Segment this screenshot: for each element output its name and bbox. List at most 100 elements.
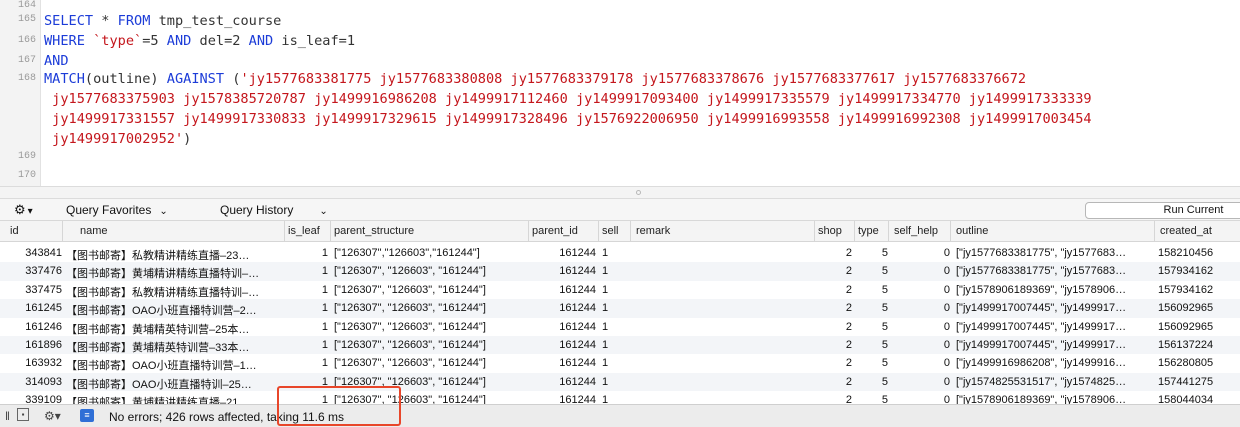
column-header-is-leaf[interactable]: is_leaf <box>288 225 320 237</box>
column-resize-handle[interactable] <box>1154 221 1155 242</box>
table-row[interactable]: 161245 【图书邮寄】OAO小班直播特训营–2… 1 ["126307", "12… <box>0 299 1240 318</box>
table-cell[interactable]: 161246 <box>8 321 62 333</box>
column-header-created-at[interactable]: created_at <box>1160 225 1212 237</box>
table-cell[interactable]: 314093 <box>8 376 62 388</box>
column-header-parent-structure[interactable]: parent_structure <box>334 225 414 237</box>
table-cell[interactable]: 161244 <box>532 394 596 404</box>
table-cell[interactable]: 0 <box>892 357 950 369</box>
query-history-button[interactable]: Query History ⌄ <box>220 203 328 217</box>
column-header-sell[interactable]: sell <box>602 225 619 237</box>
column-header-outline[interactable]: outline <box>956 225 988 237</box>
column-resize-handle[interactable] <box>528 221 529 242</box>
table-cell[interactable]: 【图书邮寄】OAO小班直播特训营–2… <box>66 302 284 318</box>
table-cell[interactable]: ["jy1574825531517", "jy1574825… <box>956 376 1154 388</box>
table-cell[interactable]: 157441275 <box>1158 376 1240 388</box>
table-cell[interactable]: ["126307","126603","161244"] <box>334 247 528 259</box>
table-cell[interactable]: 5 <box>858 321 888 333</box>
table-cell[interactable]: 1 <box>602 394 630 404</box>
table-cell[interactable]: 5 <box>858 357 888 369</box>
table-cell[interactable]: ["jy1499917007445", "jy1499917… <box>956 321 1154 333</box>
table-cell[interactable]: 0 <box>892 339 950 351</box>
table-cell[interactable]: 158210456 <box>1158 247 1240 259</box>
table-cell[interactable]: 158044034 <box>1158 394 1240 404</box>
table-cell[interactable]: 2 <box>818 302 852 314</box>
table-row[interactable]: 163932 【图书邮寄】OAO小班直播特训营–1… 1 ["126307", "12… <box>0 354 1240 372</box>
table-cell[interactable]: 163932 <box>8 357 62 369</box>
table-cell[interactable]: 161245 <box>8 302 62 314</box>
gear-menu-button[interactable]: ⚙ ▾ <box>14 202 33 218</box>
table-cell[interactable]: 5 <box>858 339 888 351</box>
gear-options-icon[interactable]: ⚙▾ <box>44 409 61 423</box>
table-cell[interactable]: ["126307", "126603", "161244"] <box>334 357 528 369</box>
table-cell[interactable]: 1 <box>288 247 328 259</box>
table-cell[interactable]: 1 <box>288 265 328 277</box>
table-cell[interactable]: ["jy1578906189369", "jy1578906… <box>956 284 1154 296</box>
column-header-self-help[interactable]: self_help <box>894 225 938 237</box>
table-cell[interactable]: 0 <box>892 265 950 277</box>
table-cell[interactable]: 161244 <box>532 357 596 369</box>
table-cell[interactable]: 0 <box>892 394 950 404</box>
table-cell[interactable]: 337475 <box>8 284 62 296</box>
table-cell[interactable]: 161896 <box>8 339 62 351</box>
table-cell[interactable]: 【图书邮寄】黄埔精英特训营–25本… <box>66 321 284 337</box>
query-favorites-button[interactable]: Query Favorites ⌄ <box>66 203 168 217</box>
table-cell[interactable]: 1 <box>288 284 328 296</box>
table-cell[interactable]: 5 <box>858 394 888 404</box>
table-cell[interactable]: 2 <box>818 357 852 369</box>
query-log-icon[interactable]: ≡ <box>80 409 94 422</box>
column-header-shop[interactable]: shop <box>818 225 842 237</box>
column-header-type[interactable]: type <box>858 225 879 237</box>
table-cell[interactable]: 156092965 <box>1158 321 1240 333</box>
table-cell[interactable]: 161244 <box>532 376 596 388</box>
table-cell[interactable]: 【图书邮寄】黄埔精讲精练直播–21… <box>66 394 284 404</box>
table-cell[interactable]: 【图书邮寄】OAO小班直播特训–25… <box>66 376 284 392</box>
table-cell[interactable]: ["jy1577683381775", "jy1577683… <box>956 247 1154 259</box>
editor-results-splitter[interactable] <box>0 186 1240 199</box>
table-cell[interactable]: 156092965 <box>1158 302 1240 314</box>
table-cell[interactable]: 2 <box>818 284 852 296</box>
table-cell[interactable]: 1 <box>602 321 630 333</box>
column-header-name[interactable]: name <box>80 225 108 237</box>
run-current-button[interactable]: Run Current <box>1085 202 1240 219</box>
table-cell[interactable]: 2 <box>818 339 852 351</box>
table-cell[interactable]: 2 <box>818 247 852 259</box>
table-cell[interactable]: 5 <box>858 247 888 259</box>
table-cell[interactable]: ["jy1499916986208", "jy1499916… <box>956 357 1154 369</box>
table-cell[interactable]: ["jy1577683381775", "jy1577683… <box>956 265 1154 277</box>
table-cell[interactable]: 0 <box>892 247 950 259</box>
table-row[interactable]: 343841 【图书邮寄】私教精讲精练直播–23… 1 ["126307","1266… <box>0 244 1240 262</box>
table-cell[interactable]: 1 <box>602 265 630 277</box>
table-cell[interactable]: 1 <box>288 321 328 333</box>
table-cell[interactable]: 1 <box>602 376 630 388</box>
table-cell[interactable]: 156137224 <box>1158 339 1240 351</box>
column-resize-handle[interactable] <box>888 221 889 242</box>
table-cell[interactable]: ["126307", "126603", "161244"] <box>334 321 528 333</box>
table-cell[interactable]: 2 <box>818 376 852 388</box>
results-table[interactable]: id name is_leaf parent_structure parent_id se… <box>0 221 1240 404</box>
table-row[interactable]: 314093 【图书邮寄】OAO小班直播特训–25… 1 ["126307", "12… <box>0 372 1240 392</box>
table-cell[interactable]: 1 <box>602 247 630 259</box>
sql-editor[interactable]: 164 165 166 167 168 169 170 SELECT * FROM tmp_… <box>0 0 1240 186</box>
table-cell[interactable]: 2 <box>818 321 852 333</box>
table-cell[interactable]: ["126307", "126603", "161244"] <box>334 265 528 277</box>
table-cell[interactable]: ["jy1499917007445", "jy1499917… <box>956 302 1154 314</box>
table-cell[interactable]: 161244 <box>532 284 596 296</box>
column-resize-handle[interactable] <box>630 221 631 242</box>
column-resize-handle[interactable] <box>284 221 285 242</box>
table-cell[interactable]: 5 <box>858 302 888 314</box>
table-cell[interactable]: 161244 <box>532 339 596 351</box>
table-cell[interactable]: 1 <box>288 357 328 369</box>
table-cell[interactable]: 157934162 <box>1158 284 1240 296</box>
table-cell[interactable]: 1 <box>288 302 328 314</box>
column-header-id[interactable]: id <box>10 225 19 237</box>
splitter-handle-icon[interactable] <box>636 190 641 195</box>
table-cell[interactable]: 156280805 <box>1158 357 1240 369</box>
table-cell[interactable]: 161244 <box>532 321 596 333</box>
table-cell[interactable]: 【图书邮寄】OAO小班直播特训营–1… <box>66 357 284 373</box>
table-row[interactable]: 161246 【图书邮寄】黄埔精英特训营–25本… 1 ["126307", "126… <box>0 318 1240 336</box>
column-header-parent-id[interactable]: parent_id <box>532 225 578 237</box>
table-cell[interactable]: 343841 <box>8 247 62 259</box>
table-cell[interactable]: 161244 <box>532 265 596 277</box>
table-cell[interactable]: ["jy1578906189369", "jy1578906… <box>956 394 1154 404</box>
table-cell[interactable]: 1 <box>288 339 328 351</box>
